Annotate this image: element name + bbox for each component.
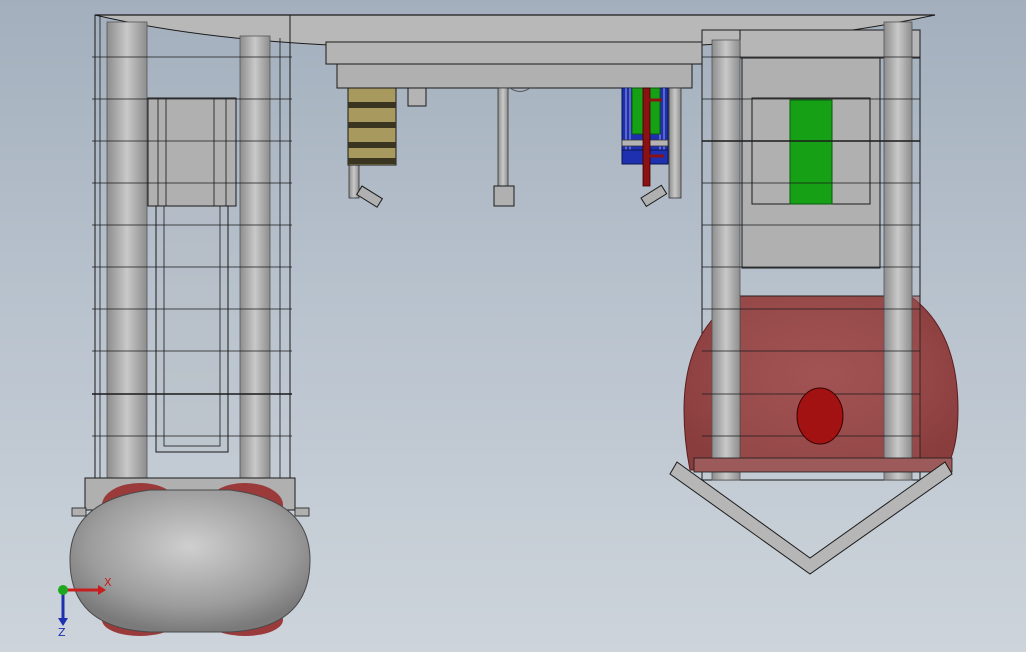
- left-module-frame: [71, 14, 310, 517]
- z-axis-label: Z: [58, 626, 66, 639]
- x-axis-label: X: [104, 576, 112, 589]
- axis-triad: X Z: [58, 576, 112, 639]
- cad-viewport[interactable]: X Z: [0, 0, 1026, 652]
- assembly-model[interactable]: [0, 0, 1026, 652]
- right-module-frame: [669, 21, 959, 575]
- z-axis-head: [58, 618, 68, 626]
- tan-coil-stack: [347, 87, 397, 166]
- blue-gripper: [621, 87, 669, 187]
- y-axis-dot: [58, 585, 68, 595]
